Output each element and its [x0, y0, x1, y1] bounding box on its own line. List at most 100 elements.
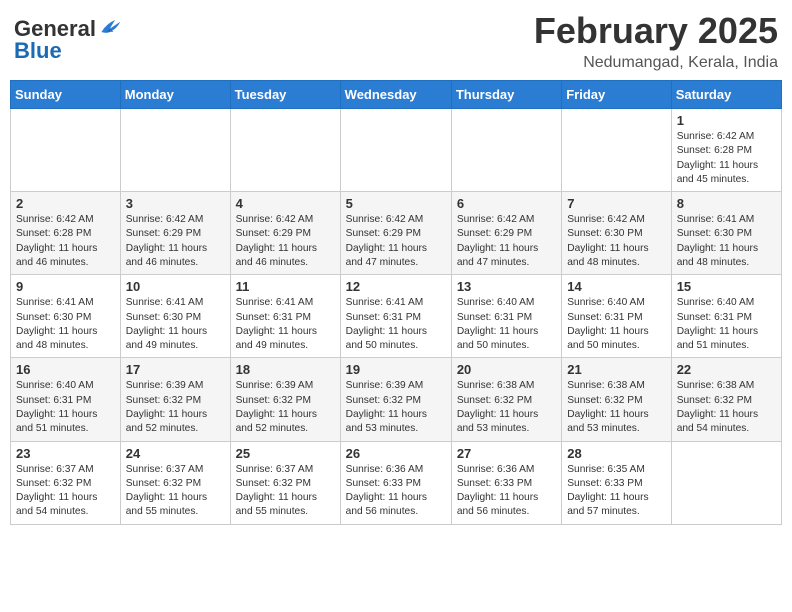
day-number: 16 — [16, 362, 115, 377]
calendar-week-3: 9 Sunrise: 6:41 AM Sunset: 6:30 PM Daylig… — [11, 275, 782, 358]
day-info: Sunrise: 6:40 AM Sunset: 6:31 PM Dayligh… — [567, 296, 665, 353]
day-number: 28 — [567, 446, 665, 461]
day-info: Sunrise: 6:42 AM Sunset: 6:29 PM Dayligh… — [236, 213, 335, 270]
calendar-week-4: 16 Sunrise: 6:40 AM Sunset: 6:31 PM Dayli… — [11, 358, 782, 441]
day-number: 15 — [677, 279, 776, 294]
calendar-cell: 7Sunrise: 6:42 AM Sunset: 6:30 PM Daylig… — [562, 192, 671, 275]
month-title: February 2025 — [534, 10, 778, 52]
day-number: 25 — [236, 446, 335, 461]
calendar-cell — [671, 441, 781, 524]
calendar-cell — [562, 109, 671, 192]
day-number: 6 — [457, 196, 556, 211]
calendar-cell: 4 Sunrise: 6:42 AM Sunset: 6:29 PM Daylig… — [230, 192, 340, 275]
calendar-cell — [451, 109, 561, 192]
day-info: Sunrise: 6:37 AM Sunset: 6:32 PM Dayligh… — [16, 463, 115, 520]
day-number: 18 — [236, 362, 335, 377]
day-number: 27 — [457, 446, 556, 461]
calendar-cell: 5Sunrise: 6:42 AM Sunset: 6:29 PM Daylig… — [340, 192, 451, 275]
calendar-cell: 24 Sunrise: 6:37 AM Sunset: 6:32 PM Dayli… — [120, 441, 230, 524]
day-info: Sunrise: 6:40 AM Sunset: 6:31 PM Dayligh… — [16, 379, 115, 436]
day-number: 11 — [236, 279, 335, 294]
calendar-cell — [230, 109, 340, 192]
location: Nedumangad, Kerala, India — [534, 54, 778, 72]
calendar-cell: 16 Sunrise: 6:40 AM Sunset: 6:31 PM Dayli… — [11, 358, 121, 441]
day-info: Sunrise: 6:41 AM Sunset: 6:30 PM Dayligh… — [16, 296, 115, 353]
logo-bird-icon — [98, 16, 122, 36]
calendar-cell: 9 Sunrise: 6:41 AM Sunset: 6:30 PM Daylig… — [11, 275, 121, 358]
day-info: Sunrise: 6:40 AM Sunset: 6:31 PM Dayligh… — [677, 296, 776, 353]
day-number: 26 — [346, 446, 446, 461]
day-number: 17 — [126, 362, 225, 377]
logo: General Blue — [14, 16, 122, 62]
weekday-header-row: SundayMondayTuesdayWednesdayThursdayFrid… — [11, 81, 782, 109]
calendar-cell: 28 Sunrise: 6:35 AM Sunset: 6:33 PM Dayli… — [562, 441, 671, 524]
day-number: 19 — [346, 362, 446, 377]
day-info: Sunrise: 6:38 AM Sunset: 6:32 PM Dayligh… — [457, 379, 556, 436]
day-info: Sunrise: 6:38 AM Sunset: 6:32 PM Dayligh… — [567, 379, 665, 436]
day-info: Sunrise: 6:41 AM Sunset: 6:31 PM Dayligh… — [346, 296, 446, 353]
weekday-header-friday: Friday — [562, 81, 671, 109]
calendar-cell: 21 Sunrise: 6:38 AM Sunset: 6:32 PM Dayli… — [562, 358, 671, 441]
weekday-header-monday: Monday — [120, 81, 230, 109]
day-number: 24 — [126, 446, 225, 461]
day-info: Sunrise: 6:37 AM Sunset: 6:32 PM Dayligh… — [236, 463, 335, 520]
weekday-header-thursday: Thursday — [451, 81, 561, 109]
day-number: 5 — [346, 196, 446, 211]
calendar-cell: 11Sunrise: 6:41 AM Sunset: 6:31 PM Dayli… — [230, 275, 340, 358]
day-info: Sunrise: 6:41 AM Sunset: 6:30 PM Dayligh… — [126, 296, 225, 353]
calendar-cell: 17 Sunrise: 6:39 AM Sunset: 6:32 PM Dayli… — [120, 358, 230, 441]
page-header: General Blue February 2025 Nedumangad, K… — [10, 10, 782, 72]
calendar-cell: 25 Sunrise: 6:37 AM Sunset: 6:32 PM Dayli… — [230, 441, 340, 524]
weekday-header-saturday: Saturday — [671, 81, 781, 109]
day-info: Sunrise: 6:40 AM Sunset: 6:31 PM Dayligh… — [457, 296, 556, 353]
day-info: Sunrise: 6:41 AM Sunset: 6:30 PM Dayligh… — [677, 213, 776, 270]
weekday-header-sunday: Sunday — [11, 81, 121, 109]
day-info: Sunrise: 6:37 AM Sunset: 6:32 PM Dayligh… — [126, 463, 225, 520]
title-block: February 2025 Nedumangad, Kerala, India — [534, 10, 778, 72]
day-info: Sunrise: 6:35 AM Sunset: 6:33 PM Dayligh… — [567, 463, 665, 520]
calendar-cell: 22 Sunrise: 6:38 AM Sunset: 6:32 PM Dayli… — [671, 358, 781, 441]
day-info: Sunrise: 6:42 AM Sunset: 6:29 PM Dayligh… — [126, 213, 225, 270]
calendar-cell: 20 Sunrise: 6:38 AM Sunset: 6:32 PM Dayli… — [451, 358, 561, 441]
calendar-week-2: 2 Sunrise: 6:42 AM Sunset: 6:28 PM Daylig… — [11, 192, 782, 275]
day-info: Sunrise: 6:42 AM Sunset: 6:28 PM Dayligh… — [16, 213, 115, 270]
calendar-cell: 6Sunrise: 6:42 AM Sunset: 6:29 PM Daylig… — [451, 192, 561, 275]
day-number: 2 — [16, 196, 115, 211]
day-number: 23 — [16, 446, 115, 461]
calendar-cell: 18 Sunrise: 6:39 AM Sunset: 6:32 PM Dayli… — [230, 358, 340, 441]
calendar-cell: 19 Sunrise: 6:39 AM Sunset: 6:32 PM Dayli… — [340, 358, 451, 441]
day-info: Sunrise: 6:39 AM Sunset: 6:32 PM Dayligh… — [346, 379, 446, 436]
day-info: Sunrise: 6:39 AM Sunset: 6:32 PM Dayligh… — [236, 379, 335, 436]
day-number: 12 — [346, 279, 446, 294]
calendar-cell: 27 Sunrise: 6:36 AM Sunset: 6:33 PM Dayli… — [451, 441, 561, 524]
day-number: 3 — [126, 196, 225, 211]
calendar-cell: 15 Sunrise: 6:40 AM Sunset: 6:31 PM Dayli… — [671, 275, 781, 358]
day-number: 10 — [126, 279, 225, 294]
weekday-header-wednesday: Wednesday — [340, 81, 451, 109]
day-number: 9 — [16, 279, 115, 294]
day-info: Sunrise: 6:42 AM Sunset: 6:30 PM Dayligh… — [567, 213, 665, 270]
calendar-cell: 3 Sunrise: 6:42 AM Sunset: 6:29 PM Daylig… — [120, 192, 230, 275]
calendar-cell: 12 Sunrise: 6:41 AM Sunset: 6:31 PM Dayli… — [340, 275, 451, 358]
day-number: 4 — [236, 196, 335, 211]
day-info: Sunrise: 6:39 AM Sunset: 6:32 PM Dayligh… — [126, 379, 225, 436]
logo-blue-text: Blue — [14, 40, 62, 62]
day-number: 22 — [677, 362, 776, 377]
day-number: 8 — [677, 196, 776, 211]
weekday-header-tuesday: Tuesday — [230, 81, 340, 109]
day-number: 1 — [677, 113, 776, 128]
day-number: 13 — [457, 279, 556, 294]
calendar-cell: 23 Sunrise: 6:37 AM Sunset: 6:32 PM Dayli… — [11, 441, 121, 524]
day-number: 21 — [567, 362, 665, 377]
calendar-cell: 14Sunrise: 6:40 AM Sunset: 6:31 PM Dayli… — [562, 275, 671, 358]
day-info: Sunrise: 6:38 AM Sunset: 6:32 PM Dayligh… — [677, 379, 776, 436]
calendar-week-1: 1Sunrise: 6:42 AM Sunset: 6:28 PM Daylig… — [11, 109, 782, 192]
calendar-cell: 26Sunrise: 6:36 AM Sunset: 6:33 PM Dayli… — [340, 441, 451, 524]
calendar-cell — [340, 109, 451, 192]
calendar-week-5: 23 Sunrise: 6:37 AM Sunset: 6:32 PM Dayli… — [11, 441, 782, 524]
logo-general: General — [14, 18, 96, 40]
day-info: Sunrise: 6:36 AM Sunset: 6:33 PM Dayligh… — [457, 463, 556, 520]
day-number: 20 — [457, 362, 556, 377]
calendar-table: SundayMondayTuesdayWednesdayThursdayFrid… — [10, 80, 782, 525]
calendar-cell: 10 Sunrise: 6:41 AM Sunset: 6:30 PM Dayli… — [120, 275, 230, 358]
